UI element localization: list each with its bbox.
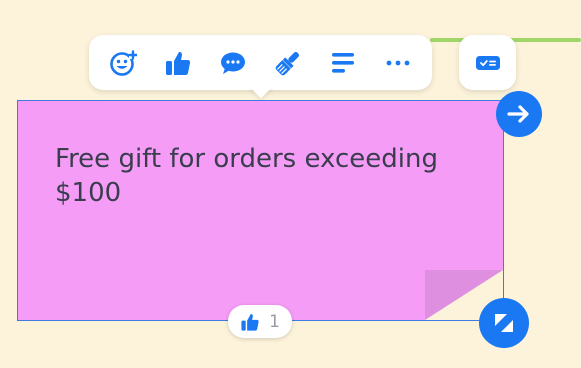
text-format-button[interactable] (315, 35, 370, 90)
comment-button[interactable] (205, 35, 260, 90)
emoji-add-icon (109, 49, 137, 76)
convert-to-card-button[interactable] (459, 35, 516, 90)
sticky-note-text[interactable]: Free gift for orders exceeding $100 (55, 142, 475, 210)
more-icon (386, 60, 409, 65)
card-icon (475, 55, 500, 70)
comment-icon (220, 52, 245, 74)
sticky-toolbar (89, 35, 432, 90)
thumbs-up-icon (241, 313, 259, 331)
resize-icon (495, 314, 513, 332)
more-options-button[interactable] (370, 35, 425, 90)
reaction-badge[interactable]: 1 (228, 305, 292, 338)
toolbar-pointer (248, 88, 274, 100)
next-arrow-button[interactable] (496, 91, 542, 137)
text-align-icon (331, 52, 354, 73)
like-button[interactable] (150, 35, 205, 90)
thumbs-up-icon (165, 51, 190, 75)
resize-button[interactable] (479, 298, 529, 348)
add-reaction-button[interactable] (95, 35, 150, 90)
style-button[interactable] (260, 35, 315, 90)
paintbrush-icon (275, 51, 299, 75)
arrow-right-icon (507, 105, 529, 123)
reaction-count: 1 (269, 311, 280, 332)
sticky-note[interactable]: Free gift for orders exceeding $100 (17, 100, 504, 321)
